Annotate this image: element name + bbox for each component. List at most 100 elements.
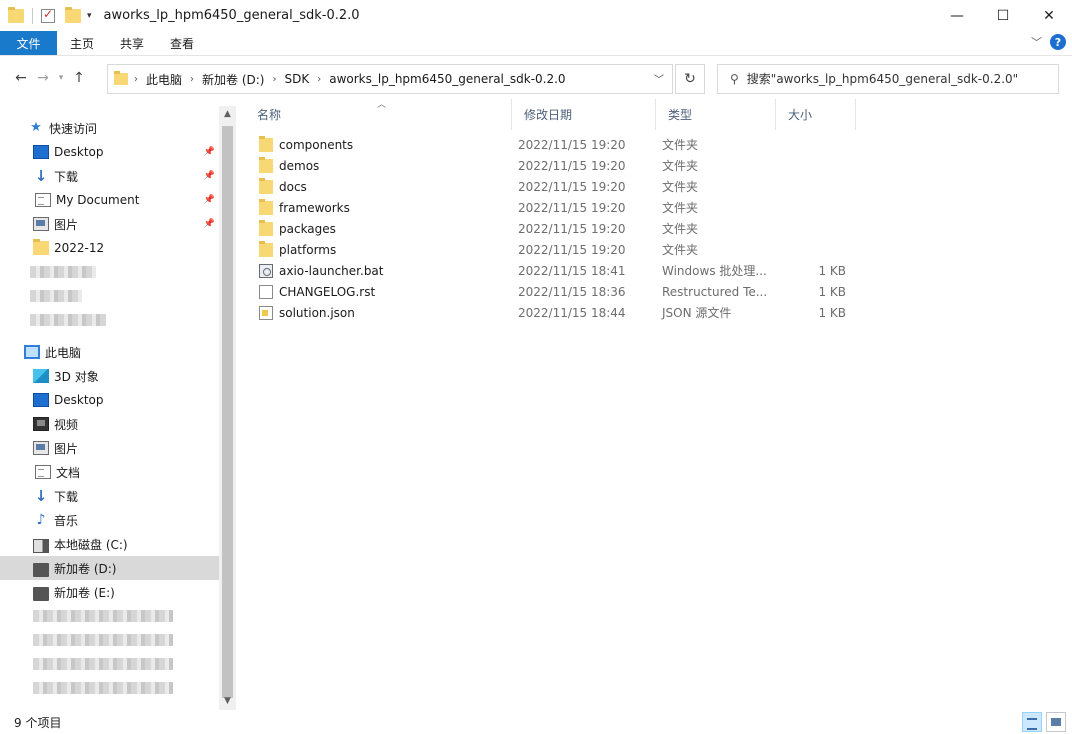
search-box[interactable]: ⚲ bbox=[717, 64, 1059, 94]
sidebar-item-pictures[interactable]: 图片 bbox=[0, 436, 219, 460]
file-row[interactable]: solution.json 2022/11/15 18:44 JSON 源文件 … bbox=[245, 302, 849, 323]
recent-locations-chevron-icon[interactable]: ▾ bbox=[54, 73, 68, 83]
file-name: solution.json bbox=[279, 305, 355, 320]
refresh-button[interactable]: ↻ bbox=[675, 64, 705, 94]
pixelated-label bbox=[33, 634, 173, 646]
file-row[interactable]: demos 2022/11/15 19:20 文件夹 bbox=[245, 155, 849, 176]
address-history-dropdown-icon[interactable]: ﹀ bbox=[654, 71, 664, 86]
file-row[interactable]: packages 2022/11/15 19:20 文件夹 bbox=[245, 218, 849, 239]
file-name: axio-launcher.bat bbox=[279, 263, 384, 278]
sidebar-item-label: Desktop bbox=[54, 393, 104, 407]
quick-access-toolbar: ▾ bbox=[0, 6, 92, 24]
file-type: 文件夹 bbox=[662, 180, 699, 194]
file-date: 2022/11/15 19:20 bbox=[518, 200, 626, 215]
file-row[interactable]: axio-launcher.bat 2022/11/15 18:41 Windo… bbox=[245, 260, 849, 281]
sidebar-scrollbar[interactable]: ▲ ▼ bbox=[219, 106, 236, 710]
sidebar-item-obscured[interactable] bbox=[0, 676, 219, 700]
close-button[interactable]: ✕ bbox=[1026, 0, 1072, 31]
sidebar-item-obscured[interactable] bbox=[0, 260, 219, 284]
maximize-button[interactable]: ☐ bbox=[980, 0, 1026, 31]
json-file-icon bbox=[259, 305, 273, 320]
sidebar-item-music[interactable]: ♪ 音乐 bbox=[0, 508, 219, 532]
folder-icon bbox=[33, 239, 49, 255]
scroll-up-arrow-icon[interactable]: ▲ bbox=[219, 106, 236, 123]
file-name: platforms bbox=[279, 242, 337, 257]
sidebar-item-obscured[interactable] bbox=[0, 284, 219, 308]
pixelated-label bbox=[30, 290, 82, 302]
sidebar-item-drive-d[interactable]: 新加卷 (D:) bbox=[0, 556, 219, 580]
column-header-type[interactable]: 类型 bbox=[656, 99, 776, 130]
up-arrow-icon[interactable]: ↑ bbox=[68, 70, 90, 86]
sidebar-item-obscured[interactable] bbox=[0, 628, 219, 652]
address-bar[interactable]: › 此电脑 › 新加卷 (D:) › SDK › aworks_lp_hpm64… bbox=[107, 64, 673, 94]
pixelated-label bbox=[33, 682, 173, 694]
file-date: 2022/11/15 19:20 bbox=[518, 179, 626, 194]
properties-icon[interactable] bbox=[41, 7, 55, 23]
folder-icon bbox=[259, 241, 273, 257]
file-type: Windows 批处理... bbox=[662, 264, 767, 278]
breadcrumb-sdk[interactable]: SDK bbox=[284, 72, 309, 86]
window-controls: — ☐ ✕ bbox=[934, 0, 1072, 31]
scroll-down-arrow-icon[interactable]: ▼ bbox=[219, 693, 236, 710]
breadcrumb-this-pc[interactable]: 此电脑 bbox=[146, 71, 182, 88]
details-view-icon[interactable] bbox=[1022, 712, 1042, 732]
help-icon[interactable]: ? bbox=[1050, 34, 1066, 50]
search-input[interactable] bbox=[746, 72, 1047, 86]
sidebar-item-pictures-quick[interactable]: 图片 📌 bbox=[0, 212, 219, 236]
sidebar-item-obscured[interactable] bbox=[0, 652, 219, 676]
expand-ribbon-chevron-icon[interactable]: ﹀ bbox=[1031, 34, 1042, 50]
sidebar-item-downloads[interactable]: ↓ 下载 bbox=[0, 484, 219, 508]
file-row[interactable]: frameworks 2022/11/15 19:20 文件夹 bbox=[245, 197, 849, 218]
sidebar-item-label: 下载 bbox=[54, 489, 79, 504]
file-type: Restructured Te... bbox=[662, 284, 768, 299]
column-header-date[interactable]: 修改日期 bbox=[512, 99, 656, 130]
sidebar-item-label: 此电脑 bbox=[45, 345, 82, 360]
scrollbar-thumb[interactable] bbox=[222, 126, 233, 698]
sidebar-item-drive-e[interactable]: 新加卷 (E:) bbox=[0, 580, 219, 604]
folder-icon bbox=[259, 178, 273, 194]
sidebar-item-folder-2022-12[interactable]: 2022-12 bbox=[0, 236, 219, 260]
sidebar-item-this-pc[interactable]: 此电脑 bbox=[0, 340, 219, 364]
tab-view[interactable]: 查看 bbox=[157, 31, 207, 55]
forward-arrow-icon[interactable]: → bbox=[32, 70, 54, 86]
breadcrumb-separator: › bbox=[317, 73, 322, 85]
folder-icon[interactable] bbox=[8, 6, 24, 23]
tab-file[interactable]: 文件 bbox=[0, 31, 57, 55]
sidebar-item-obscured[interactable] bbox=[0, 308, 219, 332]
sidebar-item-videos[interactable]: 视频 bbox=[0, 412, 219, 436]
file-row[interactable]: docs 2022/11/15 19:20 文件夹 bbox=[245, 176, 849, 197]
pixelated-label bbox=[33, 658, 173, 670]
file-type: JSON 源文件 bbox=[662, 306, 732, 320]
sidebar-item-3d-objects[interactable]: 3D 对象 bbox=[0, 364, 219, 388]
file-size: 1 KB bbox=[818, 305, 846, 320]
column-header-name[interactable]: ︿ 名称 bbox=[245, 99, 512, 130]
sidebar-item-downloads-quick[interactable]: ↓ 下载 📌 bbox=[0, 164, 219, 188]
breadcrumb-current-folder[interactable]: aworks_lp_hpm6450_general_sdk-0.2.0 bbox=[329, 72, 565, 86]
file-date: 2022/11/15 19:20 bbox=[518, 221, 626, 236]
sidebar-item-desktop-quick[interactable]: Desktop 📌 bbox=[0, 140, 219, 164]
column-headers: ︿ 名称 修改日期 类型 大小 bbox=[245, 99, 856, 130]
back-arrow-icon[interactable]: ← bbox=[10, 70, 32, 86]
tab-home[interactable]: 主页 bbox=[57, 31, 107, 55]
sort-ascending-icon: ︿ bbox=[377, 100, 387, 110]
new-folder-icon[interactable] bbox=[65, 6, 81, 23]
file-row[interactable]: platforms 2022/11/15 19:20 文件夹 bbox=[245, 239, 849, 260]
pin-icon: 📌 bbox=[203, 195, 215, 205]
customize-toolbar-dropdown-icon[interactable]: ▾ bbox=[87, 11, 92, 21]
column-header-size[interactable]: 大小 bbox=[776, 99, 856, 130]
breadcrumb-drive-d[interactable]: 新加卷 (D:) bbox=[202, 71, 264, 88]
large-icons-view-icon[interactable] bbox=[1046, 712, 1066, 732]
navigation-pane: ★ 快速访问 Desktop 📌 ↓ 下载 📌 My Document 📌 图片… bbox=[0, 106, 236, 710]
tab-share[interactable]: 共享 bbox=[107, 31, 157, 55]
minimize-button[interactable]: — bbox=[934, 0, 980, 31]
sidebar-item-obscured[interactable] bbox=[0, 604, 219, 628]
sidebar-item-label: Desktop bbox=[54, 145, 104, 159]
sidebar-item-quick-access[interactable]: ★ 快速访问 bbox=[0, 116, 219, 140]
sidebar-item-desktop[interactable]: Desktop bbox=[0, 388, 219, 412]
sidebar-item-my-document[interactable]: My Document 📌 bbox=[0, 188, 219, 212]
file-date: 2022/11/15 18:41 bbox=[518, 263, 626, 278]
sidebar-item-local-disk-c[interactable]: 本地磁盘 (C:) bbox=[0, 532, 219, 556]
sidebar-item-documents[interactable]: 文档 bbox=[0, 460, 219, 484]
file-row[interactable]: components 2022/11/15 19:20 文件夹 bbox=[245, 134, 849, 155]
file-row[interactable]: CHANGELOG.rst 2022/11/15 18:36 Restructu… bbox=[245, 281, 849, 302]
